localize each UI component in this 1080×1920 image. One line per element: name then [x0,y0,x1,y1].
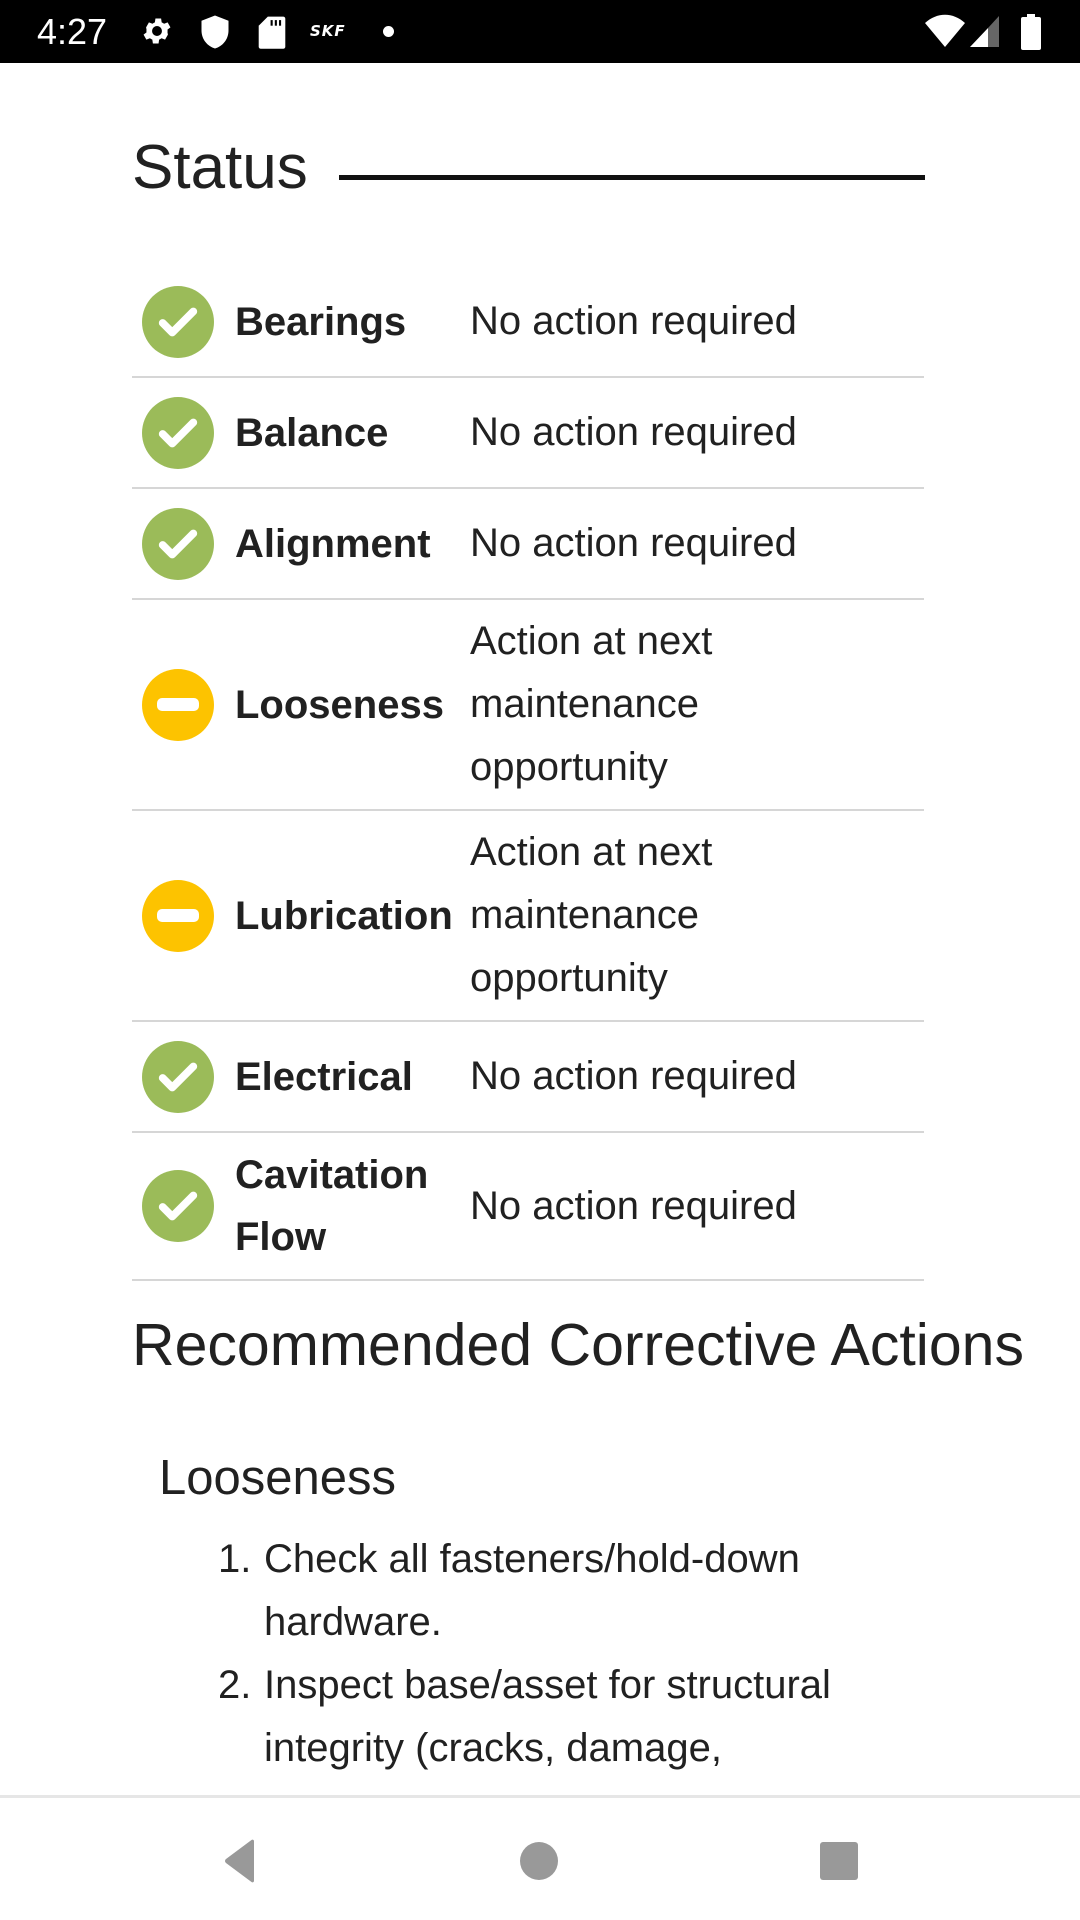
looseness-action-list: 1. Check all fasteners/hold-down hardwar… [218,1528,898,1780]
home-button[interactable] [514,1836,564,1886]
status-label: Bearings [235,299,407,344]
status-value: No action required [470,1054,797,1098]
check-circle-icon [142,1170,214,1242]
battery-icon [1021,14,1041,50]
status-row-bearings: Bearings No action required [132,267,924,378]
status-heading: Status [132,133,308,202]
status-row-lubrication: Lubrication Action at next maintenance o… [132,811,924,1022]
status-table: Bearings No action required Balance No a… [132,267,924,1281]
gear-icon [143,18,171,44]
looseness-subheading: Looseness [159,1451,397,1505]
status-label: Cavitation Flow [235,1153,429,1259]
status-label: Lubrication [235,893,453,938]
list-item: 1. Check all fasteners/hold-down hardwar… [218,1528,898,1654]
check-circle-icon [142,396,214,469]
status-bar: 4:27 SKF [0,0,1080,63]
list-text: Inspect base/asset for structural integr… [264,1663,831,1770]
check-circle-icon [142,285,214,358]
check-circle-icon [142,1040,214,1113]
list-item: 2. Inspect base/asset for structural int… [218,1654,898,1780]
status-row-looseness: Looseness Action at next maintenance opp… [132,600,924,811]
status-value: Action at next maintenance opportunity [470,619,713,789]
status-value: No action required [470,299,797,343]
notification-dot-icon [383,26,394,37]
status-label: Balance [235,410,389,455]
status-value: Action at next maintenance opportunity [470,830,713,1000]
cell-signal-icon [970,16,999,47]
minus-circle-icon [142,879,214,952]
minus-circle-icon [142,668,214,741]
back-button[interactable] [214,1836,264,1886]
recents-button[interactable] [814,1836,864,1886]
sd-card-icon [258,16,286,49]
status-label: Looseness [235,682,444,727]
status-row-alignment: Alignment No action required [132,489,924,600]
status-label: Alignment [235,521,431,566]
navigation-bar [0,1795,1080,1920]
status-value: No action required [470,521,797,565]
recommended-actions-heading: Recommended Corrective Actions [132,1312,1024,1378]
check-circle-icon [142,507,214,580]
status-time: 4:27 [37,11,108,52]
heading-divider [339,175,925,180]
status-row-cavitation-flow: Cavitation Flow No action required [132,1133,924,1281]
status-row-electrical: Electrical No action required [132,1022,924,1133]
status-row-balance: Balance No action required [132,378,924,489]
status-label: Electrical [235,1054,413,1099]
list-text: Check all fasteners/hold-down hardware. [264,1537,800,1644]
shield-icon [201,15,229,49]
list-number: 2. [218,1663,252,1707]
status-value: No action required [470,1183,797,1228]
status-value: No action required [470,410,797,454]
list-number: 1. [218,1537,252,1581]
wifi-icon [925,14,965,47]
skf-logo: SKF [310,22,346,40]
